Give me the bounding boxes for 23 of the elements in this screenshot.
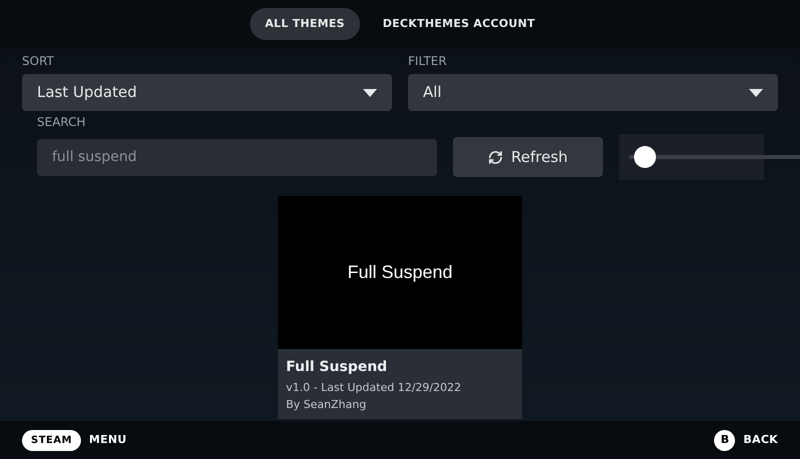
back-label: BACK (743, 432, 778, 448)
theme-name: Full Suspend (286, 358, 388, 377)
steam-badge[interactable]: STEAM (22, 430, 82, 450)
field-label: FILTER (408, 53, 448, 70)
theme-author: By SeanZhang (286, 396, 368, 412)
field-label: SORT (22, 53, 55, 70)
caret-icon (363, 88, 377, 96)
field-label: SEARCH (37, 114, 87, 131)
slider-track[interactable] (629, 146, 800, 168)
slider-thumb[interactable] (634, 146, 656, 168)
caret-icon (749, 88, 763, 96)
search-field[interactable]: full suspend (37, 138, 437, 176)
dropdown[interactable]: All (408, 74, 778, 111)
refresh-icon (488, 150, 504, 164)
tab[interactable]: DECKTHEMES ACCOUNT (368, 8, 550, 40)
tab[interactable]: ALL THEMES (250, 8, 360, 40)
refresh-button[interactable]: Refresh (453, 137, 603, 177)
theme-version: v1.0 - Last Updated 12/29/2022 (286, 380, 462, 396)
dropdown[interactable]: Last Updated (22, 74, 392, 111)
menu-label: MENU (89, 432, 127, 448)
b-button-badge[interactable]: B (714, 430, 736, 450)
preview-title: Full Suspend (347, 261, 453, 284)
theme-card[interactable]: Full Suspend Full Suspend v1.0 - Last Updated 12/29/2022 By SeanZhang (278, 196, 522, 419)
